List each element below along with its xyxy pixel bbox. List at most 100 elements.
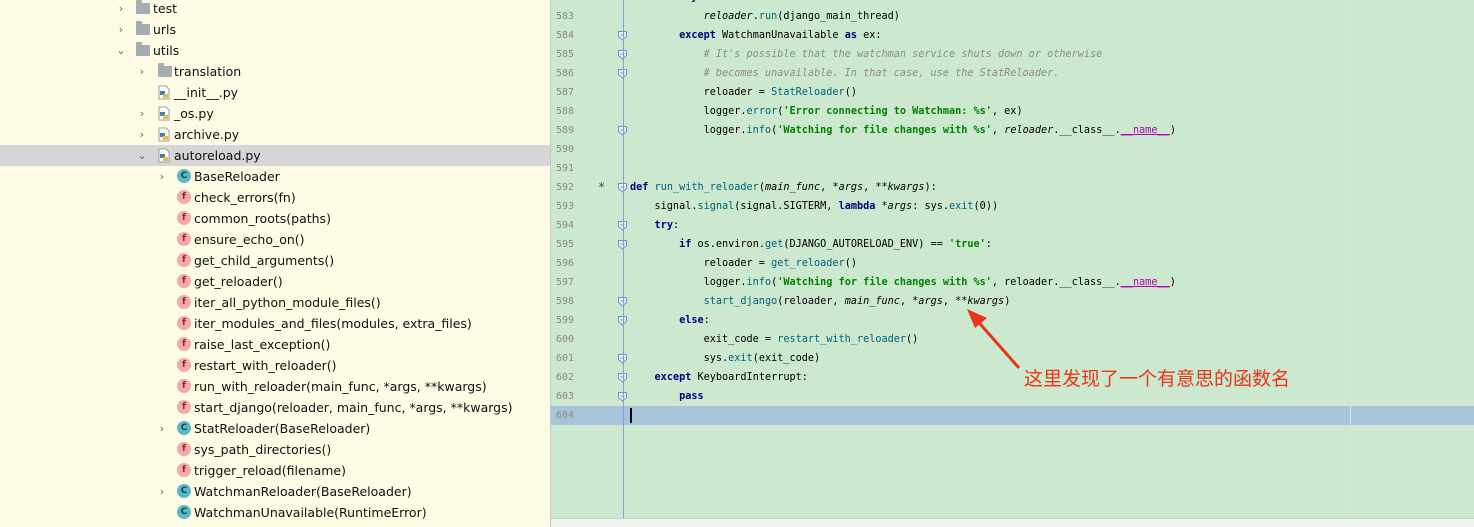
- code-text: try:: [630, 0, 704, 7]
- tree-item[interactable]: › test: [0, 0, 550, 19]
- tree-item[interactable]: › C WatchmanReloader(BaseReloader): [0, 481, 550, 502]
- tree-item[interactable]: › translation: [0, 61, 550, 82]
- code-line[interactable]: 594 try:: [551, 216, 1474, 235]
- chevron-right-icon[interactable]: ›: [156, 481, 168, 502]
- chevron-down-icon[interactable]: ⌄: [136, 145, 148, 166]
- tree-item[interactable]: f sys_path_directories(): [0, 439, 550, 460]
- code-line[interactable]: 582 try:: [551, 0, 1474, 7]
- code-text: sys.exit(exit_code): [630, 349, 821, 368]
- code-token: , reloader.__class__.: [991, 277, 1121, 288]
- code-token: , **: [942, 296, 968, 307]
- code-line[interactable]: 592 * def run_with_reloader(main_func, *ar…: [551, 178, 1474, 197]
- chevron-right-icon[interactable]: ›: [156, 418, 168, 439]
- code-line[interactable]: 603 pass: [551, 387, 1474, 406]
- tree-item[interactable]: ⌄ utils: [0, 40, 550, 61]
- text-cursor: [630, 408, 632, 423]
- code-text: try:: [630, 216, 680, 235]
- code-line[interactable]: 590: [551, 140, 1474, 159]
- tree-item[interactable]: f trigger_reload(filename): [0, 460, 550, 481]
- tree-item[interactable]: › C StatReloader(BaseReloader): [0, 418, 550, 439]
- tree-item[interactable]: f run_with_reloader(main_func, *args, **k…: [0, 376, 550, 397]
- chevron-right-icon[interactable]: ›: [136, 61, 148, 82]
- code-editor[interactable]: 582 try:583 reloader.run(django_main_thr…: [551, 0, 1474, 527]
- tree-item[interactable]: f get_reloader(): [0, 271, 550, 292]
- horizontal-scrollbar[interactable]: [551, 518, 1474, 527]
- code-token: StatReloader: [771, 87, 845, 98]
- tree-item[interactable]: f raise_last_exception(): [0, 334, 550, 355]
- line-number: 594: [555, 220, 574, 231]
- chevron-right-icon[interactable]: ›: [156, 166, 168, 187]
- code-line[interactable]: 584 except WatchmanUnavailable as ex:: [551, 26, 1474, 45]
- tree-item-label: iter_modules_and_files(modules, extra_fi…: [194, 316, 472, 331]
- code-line[interactable]: 604: [551, 406, 1474, 425]
- tree-item[interactable]: f start_django(reloader, main_func, *args…: [0, 397, 550, 418]
- line-number: 601: [555, 353, 574, 364]
- tree-item[interactable]: › urls: [0, 19, 550, 40]
- code-line[interactable]: 589 logger.info('Watching for file chang…: [551, 121, 1474, 140]
- code-line[interactable]: 583 reloader.run(django_main_thread): [551, 7, 1474, 26]
- code-line[interactable]: 593 signal.signal(signal.SIGTERM, lambda…: [551, 197, 1474, 216]
- code-line[interactable]: 588 logger.error('Error connecting to Wa…: [551, 102, 1474, 121]
- code-token: as: [844, 30, 857, 41]
- line-number: 584: [555, 30, 574, 41]
- line-number: 591: [555, 163, 574, 174]
- code-token: pass: [679, 391, 704, 402]
- tree-item[interactable]: f common_roots(paths): [0, 208, 550, 229]
- chevron-down-icon[interactable]: ⌄: [115, 40, 127, 61]
- code-text: if os.environ.get(DJANGO_AUTORELOAD_ENV)…: [630, 235, 992, 254]
- code-line[interactable]: 598 start_django(reloader, main_func, *a…: [551, 292, 1474, 311]
- folder-icon: [158, 63, 172, 77]
- code-token: reloader: [703, 11, 753, 22]
- tree-item[interactable]: __init__.py: [0, 82, 550, 103]
- code-line[interactable]: 596 reloader = get_reloader(): [551, 254, 1474, 273]
- code-text: pass: [630, 387, 704, 406]
- chevron-right-icon[interactable]: ›: [115, 0, 127, 19]
- tree-item-label: run_with_reloader(main_func, *args, **kw…: [194, 379, 487, 394]
- code-line[interactable]: 587 reloader = StatReloader(): [551, 83, 1474, 102]
- code-token: :: [697, 0, 703, 3]
- tree-item-label: restart_with_reloader(): [194, 358, 337, 373]
- code-text: start_django(reloader, main_func, *args,…: [630, 292, 1011, 311]
- code-token: main_func: [844, 296, 900, 307]
- tree-item[interactable]: › C BaseReloader: [0, 166, 550, 187]
- tree-item-label: raise_last_exception(): [194, 337, 331, 352]
- tree-item[interactable]: f check_errors(fn): [0, 187, 550, 208]
- tree-item[interactable]: f restart_with_reloader(): [0, 355, 550, 376]
- tree-item[interactable]: C WatchmanUnavailable(RuntimeError): [0, 502, 550, 523]
- code-line[interactable]: 599 else:: [551, 311, 1474, 330]
- code-line[interactable]: 591: [551, 159, 1474, 178]
- tree-item[interactable]: f ensure_echo_on(): [0, 229, 550, 250]
- code-line[interactable]: 600 exit_code = restart_with_reloader(): [551, 330, 1474, 349]
- tree-item[interactable]: › archive.py: [0, 124, 550, 145]
- code-line[interactable]: 586 # becomes unavailable. In that case,…: [551, 64, 1474, 83]
- code-line[interactable]: 597 logger.info('Watching for file chang…: [551, 273, 1474, 292]
- tree-item[interactable]: f iter_modules_and_files(modules, extra_f…: [0, 313, 550, 334]
- code-token: ex:: [856, 30, 882, 41]
- function-icon: f: [177, 232, 191, 246]
- code-line[interactable]: 601 sys.exit(exit_code): [551, 349, 1474, 368]
- code-token: exit: [949, 201, 974, 212]
- tree-item[interactable]: ⌄ autoreload.py: [0, 145, 550, 166]
- chevron-right-icon[interactable]: ›: [136, 124, 148, 145]
- code-line[interactable]: 585 # It's possible that the watchman se…: [551, 45, 1474, 64]
- code-token: ,: [820, 182, 833, 193]
- code-token: logger.: [630, 277, 747, 288]
- tree-item[interactable]: f iter_all_python_module_files(): [0, 292, 550, 313]
- code-line[interactable]: 602 except KeyboardInterrupt:: [551, 368, 1474, 387]
- tree-item[interactable]: f get_child_arguments(): [0, 250, 550, 271]
- tree-item[interactable]: › _os.py: [0, 103, 550, 124]
- code-token: exit_code =: [630, 334, 778, 345]
- chevron-right-icon[interactable]: ›: [136, 103, 148, 124]
- chevron-right-icon[interactable]: ›: [115, 19, 127, 40]
- code-text: exit_code = restart_with_reloader(): [630, 330, 919, 349]
- line-number: 587: [555, 87, 574, 98]
- folder-icon: [136, 0, 150, 14]
- code-line[interactable]: 595 if os.environ.get(DJANGO_AUTORELOAD_…: [551, 235, 1474, 254]
- line-number: 585: [555, 49, 574, 60]
